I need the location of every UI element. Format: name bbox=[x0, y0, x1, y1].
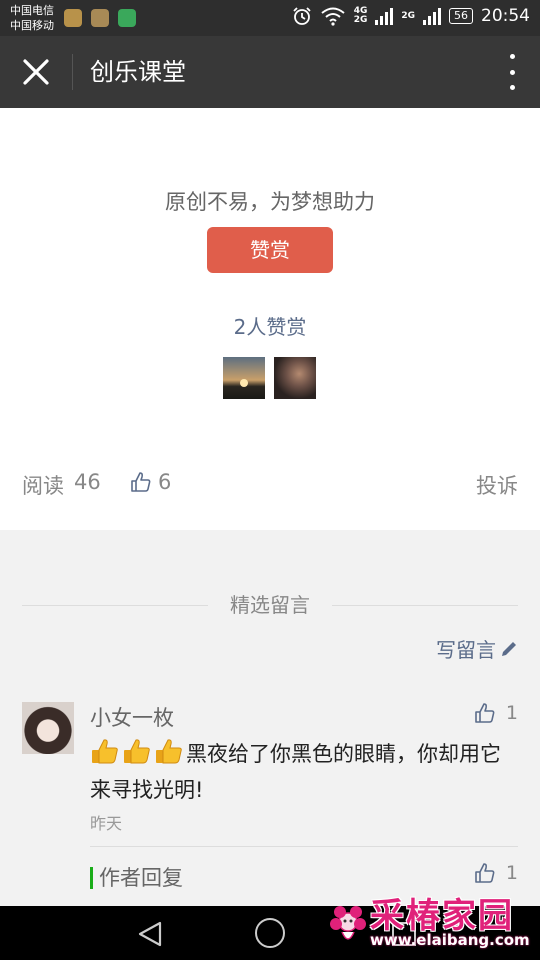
like-button[interactable]: 6 bbox=[130, 470, 171, 494]
rewarder-avatar[interactable] bbox=[274, 357, 316, 399]
author-reply-label: 作者回复 bbox=[99, 866, 183, 890]
watermark-url: www.elaibang.com bbox=[370, 931, 530, 949]
reply-like-count: 1 bbox=[505, 862, 518, 884]
network-type-2: 2G bbox=[401, 10, 415, 21]
title-divider bbox=[72, 54, 73, 90]
status-bar: 中国电信 中国移动 4G 2G 2G 56 20:54 bbox=[0, 0, 540, 36]
thumbs-up-emoji-icon bbox=[92, 739, 118, 764]
battery-indicator: 56 bbox=[449, 8, 473, 24]
commenter-name: 小女一枚 bbox=[90, 706, 174, 730]
thumbs-emoji-group bbox=[90, 737, 184, 765]
page-title: 创乐课堂 bbox=[90, 58, 186, 86]
reward-avatars bbox=[223, 357, 316, 399]
message-notification-icon bbox=[118, 9, 136, 27]
thumbs-up-icon bbox=[475, 703, 495, 723]
divider-line bbox=[332, 605, 518, 606]
write-comment-label: 写留言 bbox=[436, 638, 496, 662]
comments-header: 精选留言 bbox=[22, 590, 518, 620]
site-watermark: 采椿家园 www.elaibang.com bbox=[326, 888, 536, 956]
reply-like-button[interactable]: 1 bbox=[474, 862, 518, 884]
comment-time: 昨天 bbox=[90, 814, 123, 833]
rewarder-avatar[interactable] bbox=[223, 357, 265, 399]
signal-icon bbox=[375, 7, 394, 25]
wifi-icon bbox=[321, 7, 345, 26]
close-button[interactable] bbox=[18, 54, 54, 90]
read-number: 46 bbox=[74, 470, 101, 494]
thumbs-up-emoji-icon bbox=[156, 739, 182, 764]
app-notification-icon bbox=[91, 9, 109, 27]
reply-marker bbox=[90, 867, 93, 889]
reply-divider bbox=[90, 846, 518, 847]
more-dot-icon bbox=[509, 54, 515, 59]
pencil-icon bbox=[502, 641, 516, 656]
reward-button[interactable]: 赞赏 bbox=[207, 227, 333, 273]
carrier-2: 中国移动 bbox=[10, 19, 54, 32]
thumbs-up-icon bbox=[131, 472, 151, 492]
reward-count[interactable]: 2人赞赏 bbox=[0, 311, 540, 340]
alarm-icon bbox=[293, 7, 311, 25]
comment-like-button[interactable]: 1 bbox=[474, 702, 518, 724]
status-indicators: 4G 2G 2G 56 20:54 bbox=[292, 6, 530, 26]
app-notification-icon bbox=[64, 9, 82, 27]
comment-text: 黑夜给了你黑色的眼睛，你却用它来寻找光明! bbox=[90, 736, 510, 808]
title-bar: 创乐课堂 bbox=[0, 36, 540, 108]
thumbs-up-emoji-icon bbox=[124, 739, 150, 764]
write-comment-button[interactable]: 写留言 bbox=[436, 634, 518, 663]
carrier-1: 中国电信 bbox=[10, 4, 54, 17]
article-footer: 原创不易，为梦想助力 赞赏 2人赞赏 阅读 46 6 投诉 bbox=[0, 108, 540, 530]
commenter-avatar[interactable] bbox=[22, 702, 74, 754]
more-dot-icon bbox=[509, 69, 515, 75]
thumbs-up-icon bbox=[475, 863, 495, 883]
clock: 20:54 bbox=[481, 6, 530, 26]
signal-icon bbox=[423, 7, 441, 25]
notification-icons bbox=[64, 9, 136, 27]
report-link[interactable]: 投诉 bbox=[476, 470, 518, 500]
reward-prompt: 原创不易，为梦想助力 bbox=[165, 190, 375, 214]
more-options-button[interactable] bbox=[506, 54, 518, 90]
flower-logo-icon bbox=[330, 906, 366, 940]
network-type-1: 4G 2G bbox=[353, 6, 368, 25]
back-icon[interactable] bbox=[136, 920, 164, 948]
read-label: 阅读 bbox=[22, 474, 64, 498]
home-icon[interactable] bbox=[255, 918, 285, 948]
like-count: 6 bbox=[158, 470, 172, 494]
comment-like-count: 1 bbox=[505, 702, 518, 724]
watermark-title: 采椿家园 bbox=[370, 896, 514, 936]
close-icon bbox=[23, 59, 49, 85]
more-dot-icon bbox=[509, 85, 515, 90]
carrier-info: 中国电信 中国移动 bbox=[10, 3, 54, 33]
read-count: 阅读 46 bbox=[22, 470, 101, 500]
